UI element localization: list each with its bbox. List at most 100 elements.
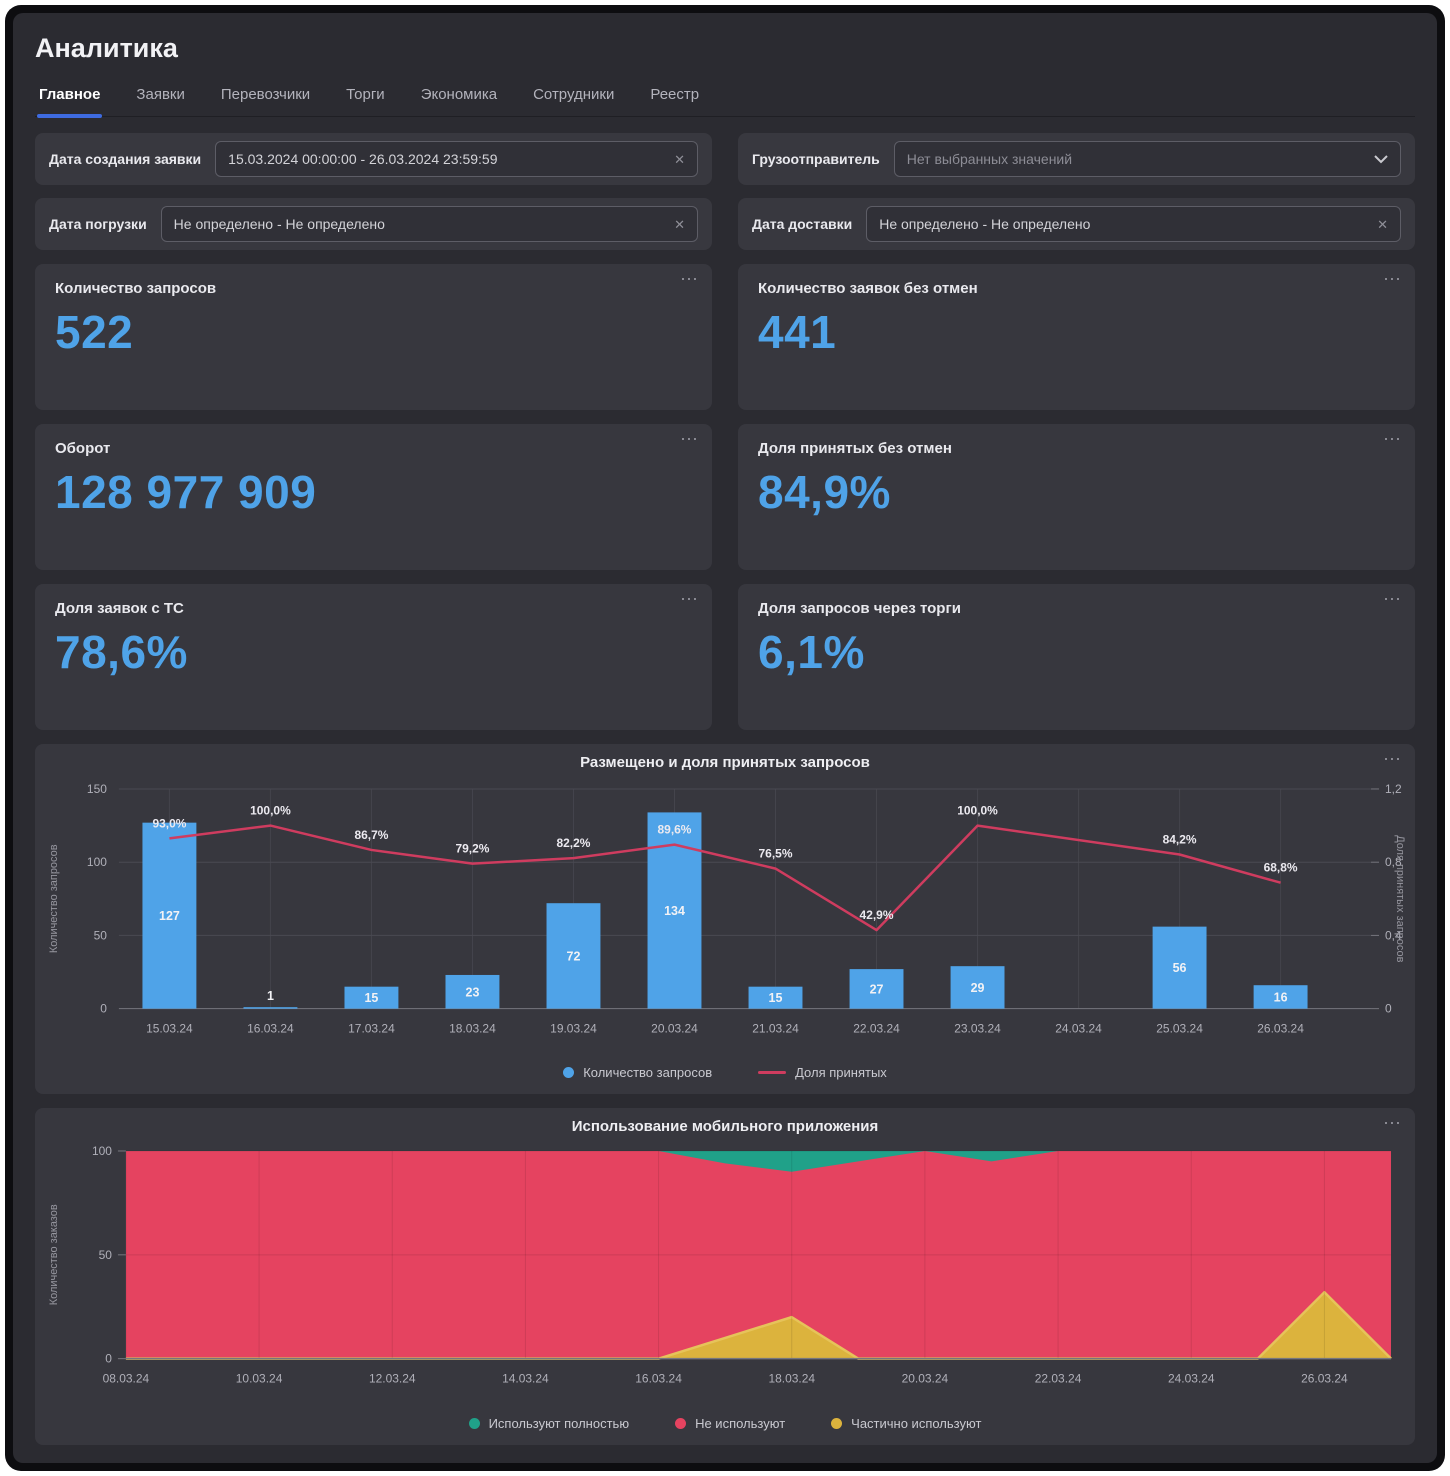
right-axis-title: Доля принятых запросов <box>1394 835 1406 962</box>
more-menu-icon[interactable]: ⋯ <box>1383 750 1401 768</box>
svg-text:26.03.24: 26.03.24 <box>1301 1371 1348 1385</box>
svg-text:18.03.24: 18.03.24 <box>768 1371 815 1385</box>
bars <box>142 812 1307 1008</box>
svg-text:12.03.24: 12.03.24 <box>369 1371 416 1385</box>
filter-label: Грузоотправитель <box>752 151 880 167</box>
loading-date-input[interactable]: Не определено - Не определено ✕ <box>161 206 698 242</box>
svg-text:42,9%: 42,9% <box>860 908 894 922</box>
tab-zayavki[interactable]: Заявки <box>134 80 186 116</box>
kpi-card-requests-count: ⋯Количество запросов 522 <box>35 264 712 410</box>
legend-dot-swatch <box>563 1067 574 1078</box>
legend-item: Не используют <box>675 1416 785 1431</box>
svg-text:93,0%: 93,0% <box>152 816 186 830</box>
svg-text:20.03.24: 20.03.24 <box>902 1371 949 1385</box>
area-chart: 05010008.03.2410.03.2412.03.2414.03.2416… <box>41 1135 1409 1415</box>
filter-shipper: Грузоотправитель Нет выбранных значений <box>738 133 1415 185</box>
filter-delivery-date: Дата доставки Не определено - Не определе… <box>738 198 1415 250</box>
window-frame: Аналитика ГлавноеЗаявкиПеревозчикиТоргиЭ… <box>5 5 1445 1471</box>
svg-text:86,7%: 86,7% <box>354 828 388 842</box>
svg-text:100: 100 <box>92 1144 112 1158</box>
legend-label: Доля принятых <box>795 1065 887 1080</box>
delivery-date-input[interactable]: Не определено - Не определено✕ <box>866 206 1401 242</box>
svg-text:19.03.24: 19.03.24 <box>550 1022 597 1036</box>
kpi-card-turnover: ⋯Оборот 128 977 909 <box>35 424 712 570</box>
svg-text:1,2: 1,2 <box>1385 782 1402 796</box>
legend-label: Не используют <box>695 1416 785 1431</box>
shipper-input[interactable]: Нет выбранных значений <box>894 141 1401 177</box>
filter-label: Дата погрузки <box>49 216 147 232</box>
area-chart-title: Использование мобильного приложения <box>41 1118 1409 1135</box>
legend-item: Доля принятых <box>758 1065 887 1080</box>
clear-icon[interactable]: ✕ <box>1377 218 1388 231</box>
dashboard-content: Аналитика ГлавноеЗаявкиПеревозчикиТоргиЭ… <box>13 13 1437 1463</box>
svg-text:79,2%: 79,2% <box>455 842 489 856</box>
more-menu-icon[interactable]: ⋯ <box>680 590 698 608</box>
svg-text:23: 23 <box>466 985 480 999</box>
svg-text:25.03.24: 25.03.24 <box>1156 1022 1203 1036</box>
creation-date-input[interactable]: 15.03.2024 00:00:00 - 26.03.2024 23:59:5… <box>215 141 698 177</box>
tab-reestr[interactable]: Реестр <box>648 80 701 116</box>
line-percent-labels: 93,0%100,0%86,7%79,2%82,2%89,6%76,5%42,9… <box>152 804 1297 923</box>
kpi-title: Оборот <box>55 440 692 457</box>
more-menu-icon[interactable]: ⋯ <box>1383 430 1401 448</box>
tab-torgi[interactable]: Торги <box>344 80 387 116</box>
tabs: Главное Заявки Перевозчики Торги Экономика Со… <box>35 80 1415 117</box>
svg-text:76,5%: 76,5% <box>759 847 793 861</box>
kpi-value: 522 <box>55 305 692 359</box>
filter-value: Не определено - Не определено <box>174 216 664 232</box>
svg-text:100,0%: 100,0% <box>957 804 998 818</box>
filter-value: Нет выбранных значений <box>907 151 1364 167</box>
svg-text:134: 134 <box>664 904 685 918</box>
svg-text:0: 0 <box>1385 1002 1392 1016</box>
tab-ekonomika[interactable]: Экономика <box>419 80 499 116</box>
kpi-title: Количество запросов <box>55 280 692 297</box>
bar-value-labels: 12711523721341527295616 <box>159 904 1288 1005</box>
svg-text:14.03.24: 14.03.24 <box>502 1371 549 1385</box>
kpi-title: Доля принятых без отмен <box>758 440 1395 457</box>
svg-text:24.03.24: 24.03.24 <box>1168 1371 1215 1385</box>
svg-text:100: 100 <box>87 855 107 869</box>
kpi-card-accepted-share: ⋯Доля принятых без отмен84,9% <box>738 424 1415 570</box>
tab-glavnoe[interactable]: Главное <box>37 80 102 116</box>
svg-text:0: 0 <box>105 1351 112 1365</box>
more-menu-icon[interactable]: ⋯ <box>680 270 698 288</box>
svg-text:16.03.24: 16.03.24 <box>635 1371 682 1385</box>
kpi-card-orders-with-vehicle-share: ⋯Доля заявок с ТС 78,6% <box>35 584 712 730</box>
combo-chart-card: ⋯ Размещено и доля принятых запросов 050… <box>35 744 1415 1094</box>
clear-icon[interactable]: ✕ <box>674 218 685 231</box>
more-menu-icon[interactable]: ⋯ <box>1383 270 1401 288</box>
svg-text:50: 50 <box>94 928 108 942</box>
more-menu-icon[interactable]: ⋯ <box>680 430 698 448</box>
svg-text:127: 127 <box>159 909 180 923</box>
legend-item: Частично используют <box>831 1416 981 1431</box>
chevron-down-icon[interactable] <box>1374 153 1388 166</box>
tab-perevozchiki[interactable]: Перевозчики <box>219 80 312 116</box>
clear-icon[interactable]: ✕ <box>674 153 685 166</box>
kpi-value: 78,6% <box>55 625 692 679</box>
kpi-value: 441 <box>758 305 1395 359</box>
svg-text:50: 50 <box>99 1247 113 1261</box>
svg-text:72: 72 <box>567 949 581 963</box>
legend-label: Количество запросов <box>583 1065 712 1080</box>
more-menu-icon[interactable]: ⋯ <box>1383 590 1401 608</box>
svg-text:1: 1 <box>267 989 274 1003</box>
kpi-title: Доля заявок с ТС <box>55 600 692 617</box>
more-menu-icon[interactable]: ⋯ <box>1383 1114 1401 1132</box>
svg-text:24.03.24: 24.03.24 <box>1055 1022 1102 1036</box>
tab-sotrudniki[interactable]: Сотрудники <box>531 80 616 116</box>
area-chart-legend: Используют полностью Не используют Частичн… <box>41 1414 1409 1441</box>
svg-text:82,2%: 82,2% <box>557 836 591 850</box>
filter-label: Дата доставки <box>752 216 852 232</box>
kpi-value: 128 977 909 <box>55 465 692 519</box>
legend-label: Используют полностью <box>489 1416 630 1431</box>
kpi-title: Доля запросов через торги <box>758 600 1395 617</box>
filter-creation-date: Дата создания заявки15.03.2024 00:00:00 … <box>35 133 712 185</box>
filter-loading-date: Дата погрузки Не определено - Не определе… <box>35 198 712 250</box>
legend-line-swatch <box>758 1071 786 1074</box>
kpi-title: Количество заявок без отмен <box>758 280 1395 297</box>
combo-chart-legend: Количество запросов Доля принятых <box>41 1063 1409 1090</box>
kpi-card-orders-without-cancel: ⋯Количество заявок без отмен 441 <box>738 264 1415 410</box>
svg-text:22.03.24: 22.03.24 <box>1035 1371 1082 1385</box>
svg-text:16.03.24: 16.03.24 <box>247 1022 294 1036</box>
svg-text:16: 16 <box>1274 990 1288 1004</box>
